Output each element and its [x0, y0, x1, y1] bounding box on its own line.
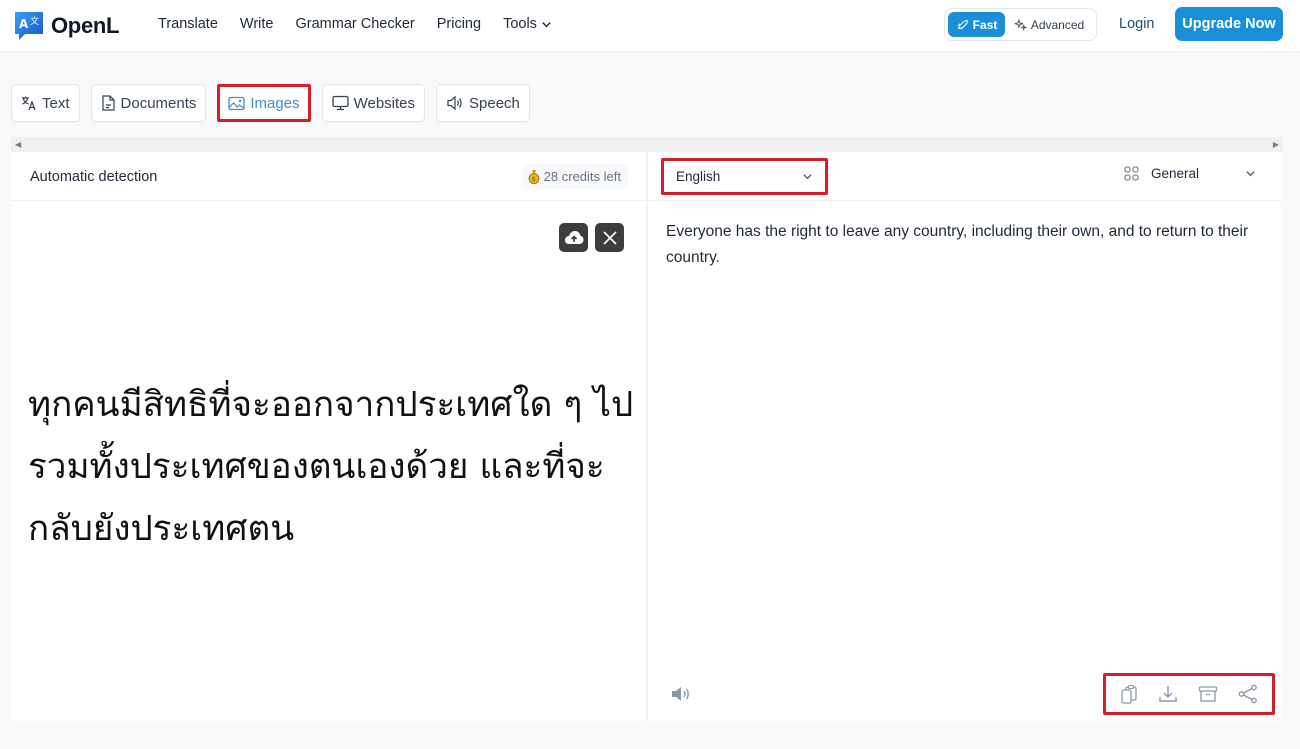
- document-icon: [101, 95, 115, 111]
- image-actions: [559, 223, 624, 252]
- domain-select[interactable]: General: [1124, 166, 1256, 181]
- clipboard-icon: [1121, 684, 1137, 704]
- chevron-down-icon: [803, 174, 812, 180]
- tab-speech-label: Speech: [469, 94, 520, 112]
- target-panel: English General Everyone has the right t…: [647, 152, 1281, 721]
- download-icon: [1159, 686, 1177, 702]
- tab-text-label: Text: [42, 94, 70, 112]
- archive-icon: [1198, 686, 1218, 702]
- main-nav: Translate Write Grammar Checker Pricing …: [158, 16, 574, 32]
- target-panel-header: English General: [648, 152, 1281, 201]
- source-language-selector[interactable]: Automatic detection: [30, 169, 157, 185]
- grid-icon: [1124, 166, 1139, 181]
- advanced-mode-button[interactable]: Advanced: [1005, 12, 1093, 37]
- volume-icon: [672, 687, 689, 701]
- top-header: A 文 OpenL Translate Write Grammar Checke…: [0, 0, 1300, 52]
- openl-logo-icon: A 文: [13, 10, 45, 42]
- fast-mode-label: Fast: [972, 17, 998, 32]
- source-text-line: รวมทั้งประเทศของตนเองด้วย และที่จะ: [28, 447, 605, 487]
- share-icon: [1238, 684, 1257, 704]
- translation-output: Everyone has the right to leave any coun…: [666, 223, 1249, 266]
- image-icon: [228, 96, 246, 110]
- copy-button[interactable]: [1120, 684, 1138, 704]
- download-button[interactable]: [1158, 684, 1178, 704]
- credits-badge: $ 28 credits left: [520, 164, 628, 189]
- domain-value: General: [1151, 166, 1200, 181]
- scroll-left-arrow-icon[interactable]: ◀: [15, 140, 21, 149]
- nav-pricing[interactable]: Pricing: [437, 16, 481, 32]
- brand-name: OpenL: [51, 13, 120, 38]
- rocket-icon: [956, 19, 968, 30]
- credits-label: 28 credits left: [543, 169, 621, 184]
- tab-documents[interactable]: Documents: [90, 84, 207, 122]
- target-language-select[interactable]: English: [661, 158, 828, 195]
- scroll-right-arrow-icon[interactable]: ▶: [1273, 140, 1279, 149]
- svg-text:A: A: [19, 17, 29, 31]
- upload-image-button[interactable]: [559, 223, 588, 252]
- brand-logo[interactable]: A 文 OpenL: [13, 10, 119, 42]
- horizontal-scrollbar[interactable]: ◀ ▶: [11, 137, 1283, 152]
- source-image-text: ทุกคนมีสิทธิที่จะออกจากประเทศใด ๆ ไป รวม…: [28, 374, 638, 560]
- tab-images-label: Images: [250, 94, 300, 112]
- mode-toggle: Fast Advanced: [944, 8, 1097, 41]
- chevron-down-icon: [1246, 171, 1255, 177]
- tab-websites[interactable]: Websites: [321, 84, 426, 122]
- chevron-down-icon: [542, 21, 551, 27]
- fast-mode-button[interactable]: Fast: [948, 12, 1005, 37]
- svg-text:文: 文: [30, 15, 39, 27]
- nav-tools-label: Tools: [503, 16, 537, 32]
- tab-websites-label: Websites: [353, 94, 416, 112]
- login-link[interactable]: Login: [1119, 16, 1154, 32]
- target-language-value: English: [676, 169, 721, 184]
- translate-icon: [22, 96, 36, 111]
- source-panel-header: Automatic detection $ 28 credits left: [11, 152, 646, 201]
- tab-documents-label: Documents: [120, 94, 197, 112]
- input-type-tabs: Text Documents Images Websites Speech: [11, 84, 541, 122]
- upgrade-now-button[interactable]: Upgrade Now: [1175, 7, 1283, 41]
- tab-text[interactable]: Text: [11, 84, 80, 122]
- advanced-mode-label: Advanced: [1030, 17, 1085, 32]
- monitor-icon: [331, 95, 349, 111]
- listen-button[interactable]: [670, 685, 692, 708]
- nav-write[interactable]: Write: [240, 16, 274, 32]
- speaker-icon: [447, 95, 462, 111]
- source-panel: Automatic detection $ 28 credits left ทุ…: [11, 152, 646, 721]
- source-text-line: ทุกคนมีสิทธิที่จะออกจากประเทศใด ๆ ไป: [28, 385, 634, 425]
- money-bag-icon: $: [528, 170, 540, 184]
- share-button[interactable]: [1238, 684, 1258, 704]
- tab-speech[interactable]: Speech: [436, 84, 530, 122]
- tab-images[interactable]: Images: [217, 84, 311, 122]
- archive-button[interactable]: [1198, 685, 1218, 703]
- nav-grammar-checker[interactable]: Grammar Checker: [295, 16, 414, 32]
- output-actions: [1103, 673, 1275, 715]
- nav-translate[interactable]: Translate: [158, 16, 218, 32]
- source-text-line: กลับยังประเทศตน: [28, 509, 295, 549]
- cloud-upload-icon: [564, 230, 583, 244]
- clear-image-button[interactable]: [595, 223, 624, 252]
- nav-tools[interactable]: Tools: [503, 16, 552, 32]
- svg-text:$: $: [532, 176, 536, 183]
- sparkles-icon: [1014, 19, 1027, 31]
- close-icon: [602, 230, 617, 245]
